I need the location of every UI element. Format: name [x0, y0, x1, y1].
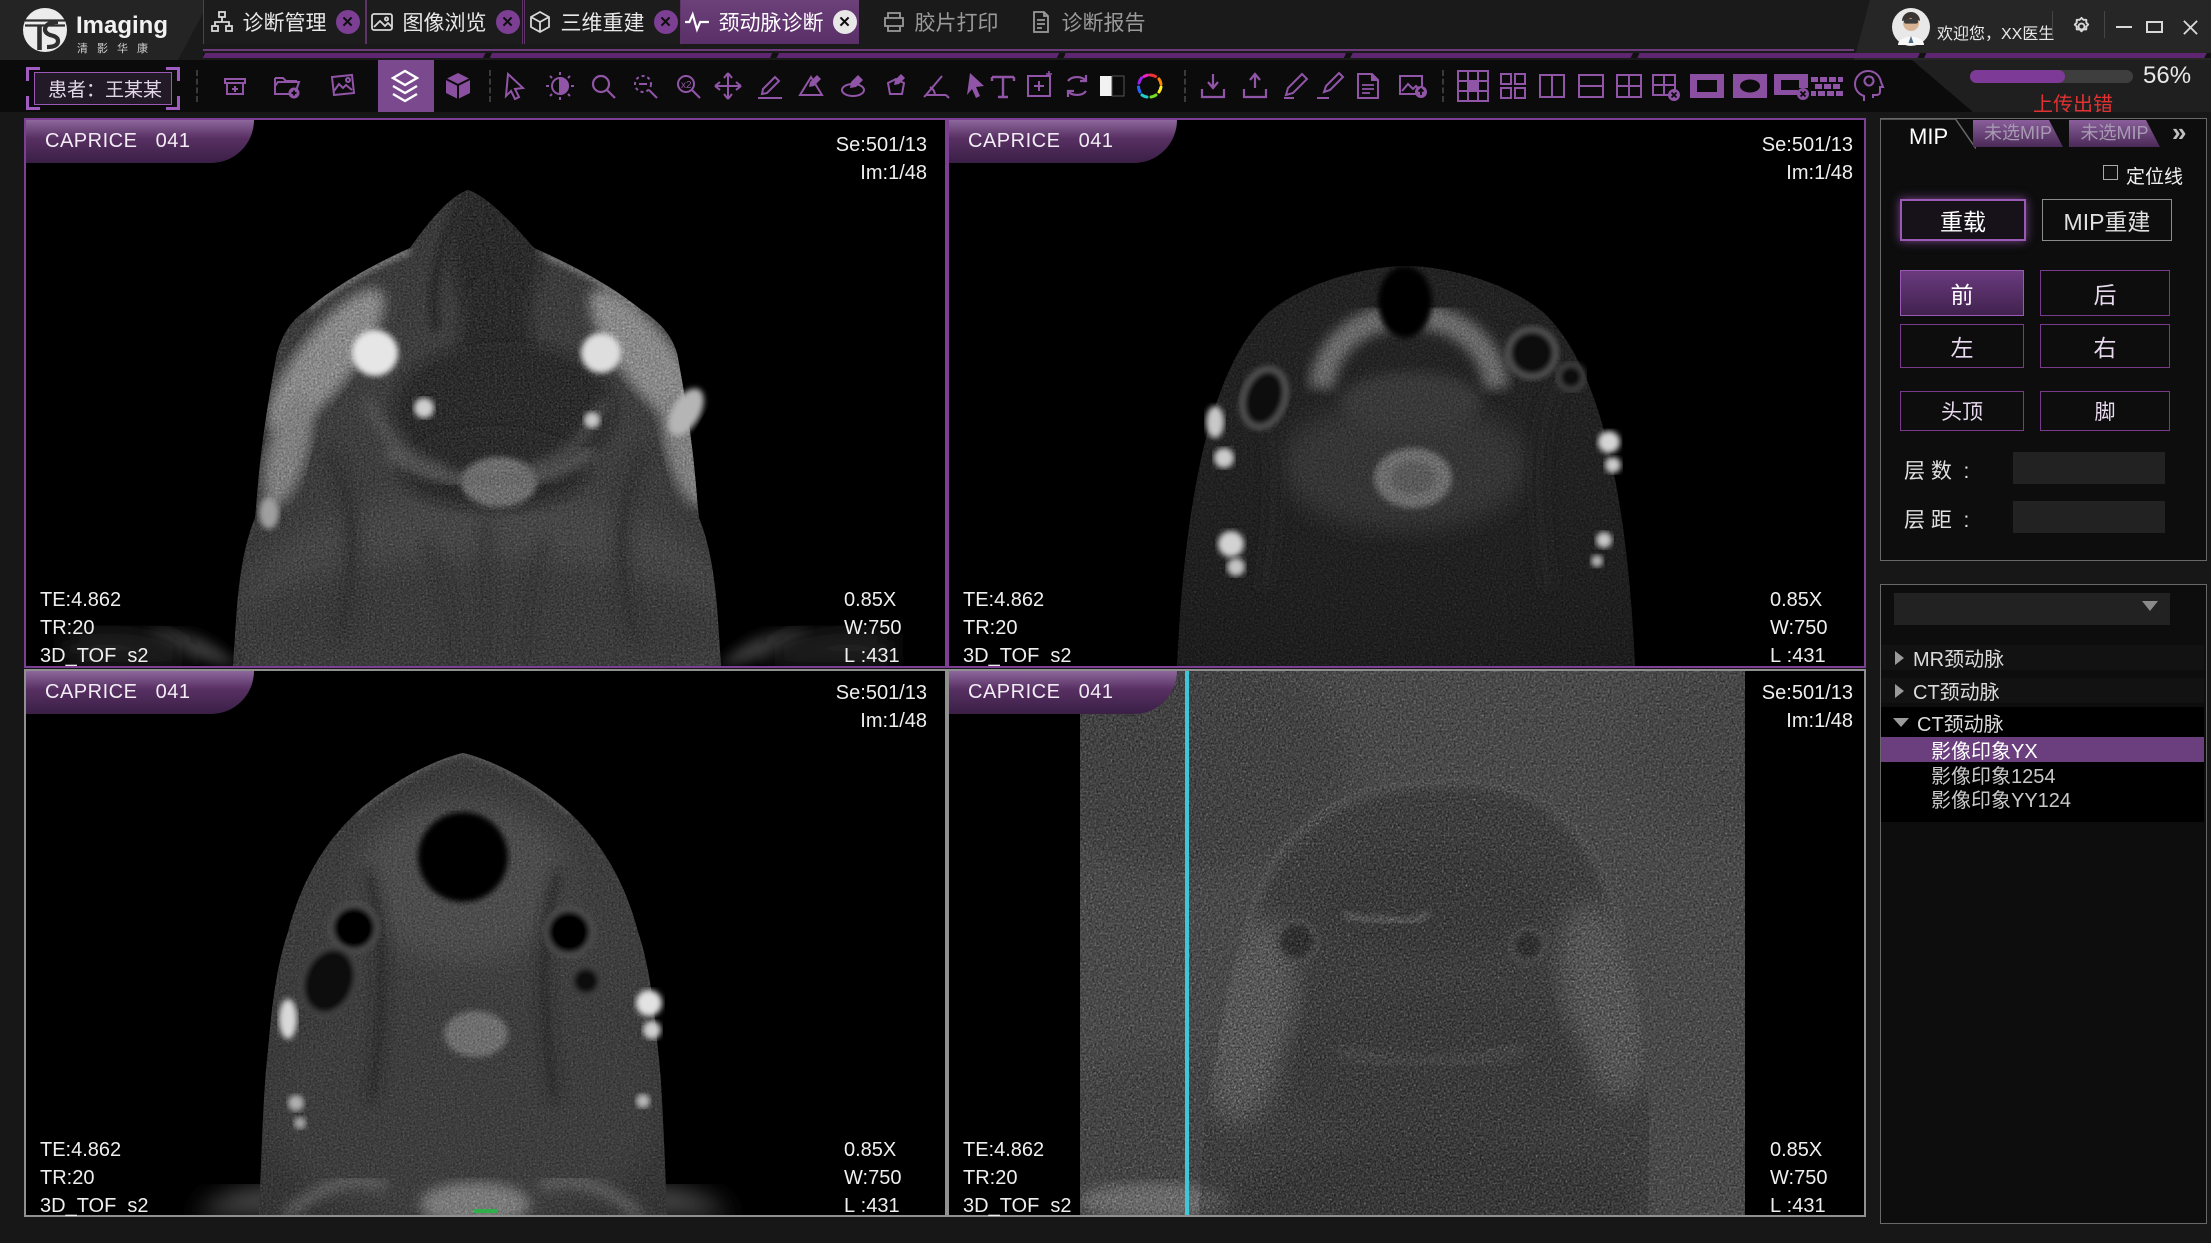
- svg-text:x2: x2: [681, 80, 692, 91]
